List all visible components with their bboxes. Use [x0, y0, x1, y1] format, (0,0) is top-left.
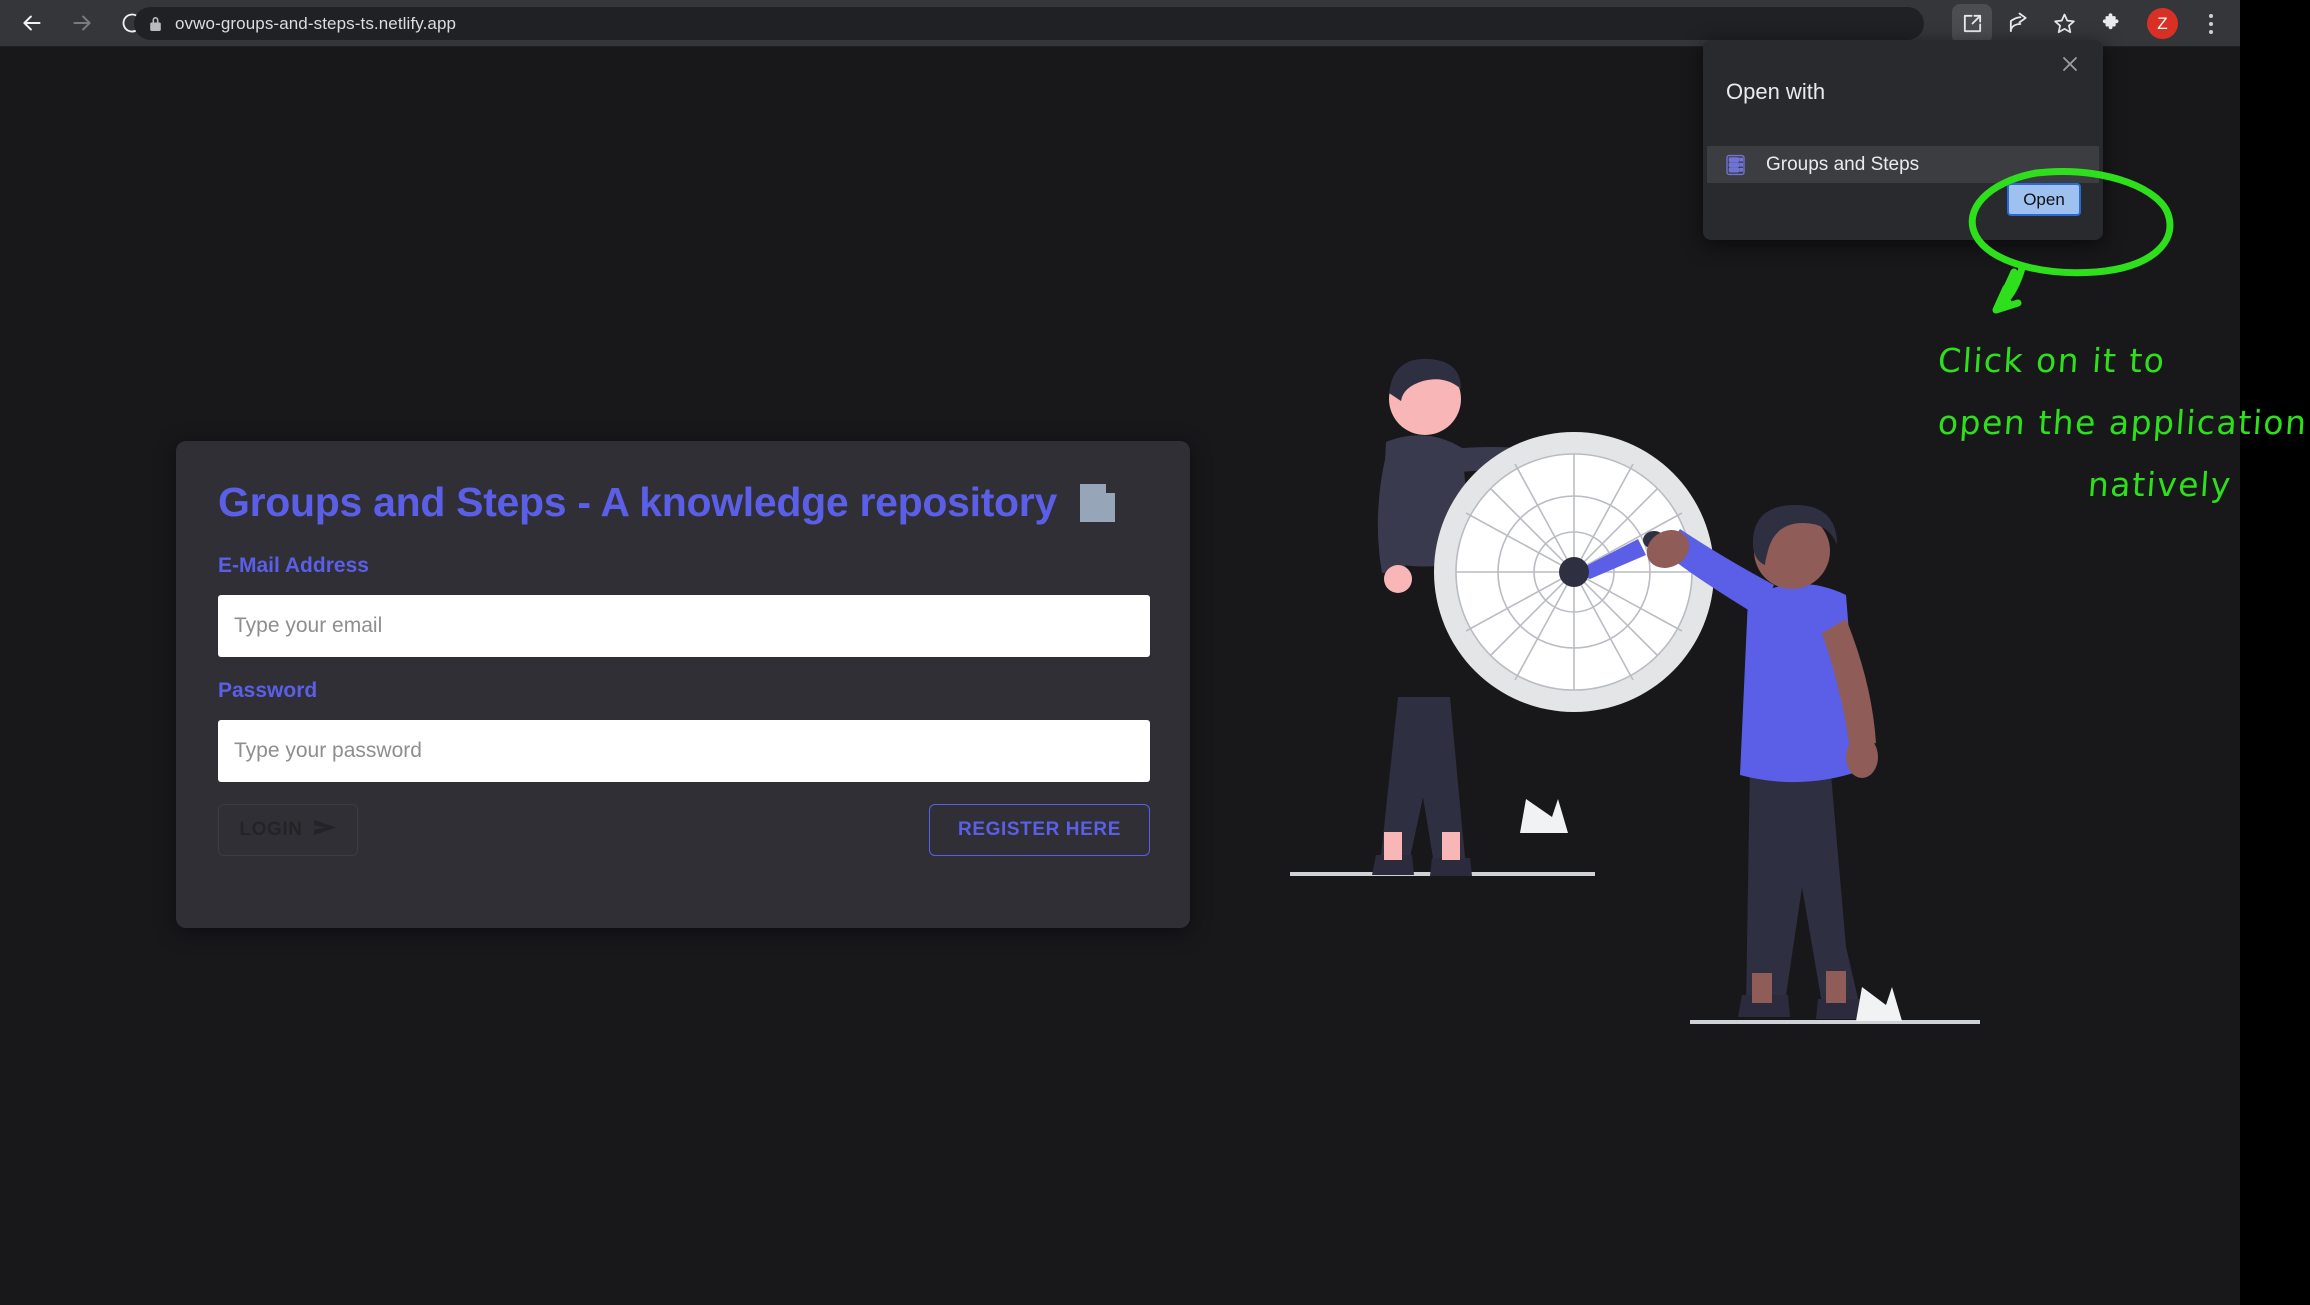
login-button-label: LOGIN [239, 819, 303, 840]
forward-button[interactable] [60, 1, 104, 45]
notebook-icon [1077, 482, 1117, 524]
back-button[interactable] [10, 1, 54, 45]
app-list-icon [1725, 154, 1746, 176]
close-icon[interactable] [2055, 49, 2085, 79]
open-with-dialog: Open with Groups and Steps Open [1703, 40, 2103, 240]
bookmark-star-icon[interactable] [2044, 4, 2084, 44]
avatar[interactable]: Z [2147, 8, 2178, 39]
extensions-puzzle-icon[interactable] [2090, 4, 2130, 44]
login-actions: LOGIN REGISTER HERE [218, 804, 1150, 856]
browser-window: ovwo-groups-and-steps-ts.netlify.app Z G… [0, 0, 2240, 1305]
three-dots-icon [2209, 13, 2213, 34]
app-item-label: Groups and Steps [1766, 153, 1920, 175]
send-arrow-icon [313, 819, 337, 842]
forward-arrow-icon [69, 10, 95, 36]
dialog-title: Open with [1726, 79, 1826, 104]
email-input[interactable] [218, 595, 1150, 657]
email-label: E-Mail Address [218, 554, 369, 577]
register-button[interactable]: REGISTER HERE [929, 804, 1150, 856]
password-label: Password [218, 679, 318, 702]
login-title-row: Groups and Steps - A knowledge repositor… [218, 479, 1142, 526]
open-button[interactable]: Open [2007, 183, 2081, 216]
share-icon[interactable] [1998, 4, 2038, 44]
open-in-app-icon[interactable] [1952, 3, 1992, 44]
screen: ovwo-groups-and-steps-ts.netlify.app Z G… [0, 0, 2310, 1305]
address-bar[interactable]: ovwo-groups-and-steps-ts.netlify.app [134, 7, 1924, 40]
login-card: Groups and Steps - A knowledge repositor… [176, 441, 1190, 928]
open-button-label: Open [2023, 189, 2065, 209]
dartboard-wheel [1434, 432, 1714, 712]
url-text: ovwo-groups-and-steps-ts.netlify.app [175, 13, 457, 33]
dartboard-target-illustration [1290, 327, 1990, 1067]
dialog-app-item[interactable]: Groups and Steps [1707, 146, 2099, 183]
lock-icon [148, 15, 163, 32]
page-title: Groups and Steps - A knowledge repositor… [218, 479, 1057, 525]
back-arrow-icon [19, 10, 45, 36]
login-button[interactable]: LOGIN [218, 804, 358, 856]
chrome-menu-icon[interactable] [2191, 4, 2231, 44]
password-input[interactable] [218, 720, 1150, 782]
register-button-label: REGISTER HERE [958, 819, 1121, 840]
